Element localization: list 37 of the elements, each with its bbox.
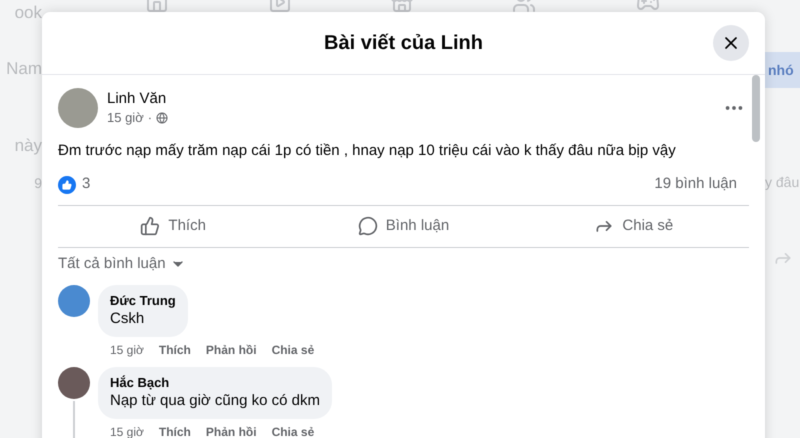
comment-time[interactable]: 15 giờ — [110, 341, 144, 359]
avatar-photo — [58, 285, 90, 317]
separator-dot: · — [148, 108, 152, 127]
page-text: ook — [14, 2, 42, 24]
reaction-count[interactable]: 3 — [82, 173, 90, 196]
post-action-button[interactable]: Thích — [58, 206, 288, 246]
comment-count[interactable]: 19 bình luận — [654, 173, 737, 196]
page-text: Nam — [6, 58, 42, 80]
close-button[interactable] — [713, 25, 749, 61]
group-button[interactable]: nhó — [765, 52, 800, 88]
like-reaction-icon — [58, 176, 76, 194]
avatar-photo — [58, 88, 98, 128]
globe-icon — [156, 112, 168, 124]
scrollbar[interactable] — [752, 75, 760, 142]
thumbs-up-icon — [140, 216, 160, 236]
dialog-title: Bài viết của Linh — [324, 31, 483, 56]
post-action-button[interactable]: Chia sẻ — [518, 206, 749, 246]
post-action-button[interactable]: Bình luận — [288, 206, 519, 246]
speech-bubble-icon — [358, 216, 378, 236]
comment-action-link[interactable]: Phản hồi — [206, 423, 257, 438]
commenter-name[interactable]: Hắc Bạch — [110, 375, 320, 391]
comment-action-link[interactable]: Chia sẻ — [272, 423, 314, 438]
avatar-photo — [58, 367, 90, 399]
comment-action-link[interactable]: Thích — [158, 341, 191, 359]
page-text: y đâu — [765, 173, 800, 192]
comment-action-link[interactable]: Phản hồi — [206, 341, 257, 359]
comment-action-link[interactable]: Chia sẻ — [272, 341, 314, 359]
comment-action-link[interactable]: Thích — [158, 423, 191, 438]
page-text: này — [14, 135, 42, 157]
comment-text: Cskh — [110, 309, 146, 329]
commenter-name[interactable]: Đức Trung — [110, 293, 176, 309]
post-time[interactable]: 15 giờ — [107, 108, 144, 128]
comment-filter-dropdown[interactable]: Tất cả bình luận — [58, 252, 186, 275]
comment-text: Nạp từ qua giờ cũng ko có dkm — [110, 391, 320, 411]
page-text: 9 — [34, 174, 42, 192]
post-text: Đm trước nạp mấy trăm nạp cái 1p có tiền , hnay nạp 10 triệu cái vào k thấy đâu nữa bịp vậy — [58, 141, 677, 161]
author-name[interactable]: Linh Văn — [107, 88, 168, 108]
